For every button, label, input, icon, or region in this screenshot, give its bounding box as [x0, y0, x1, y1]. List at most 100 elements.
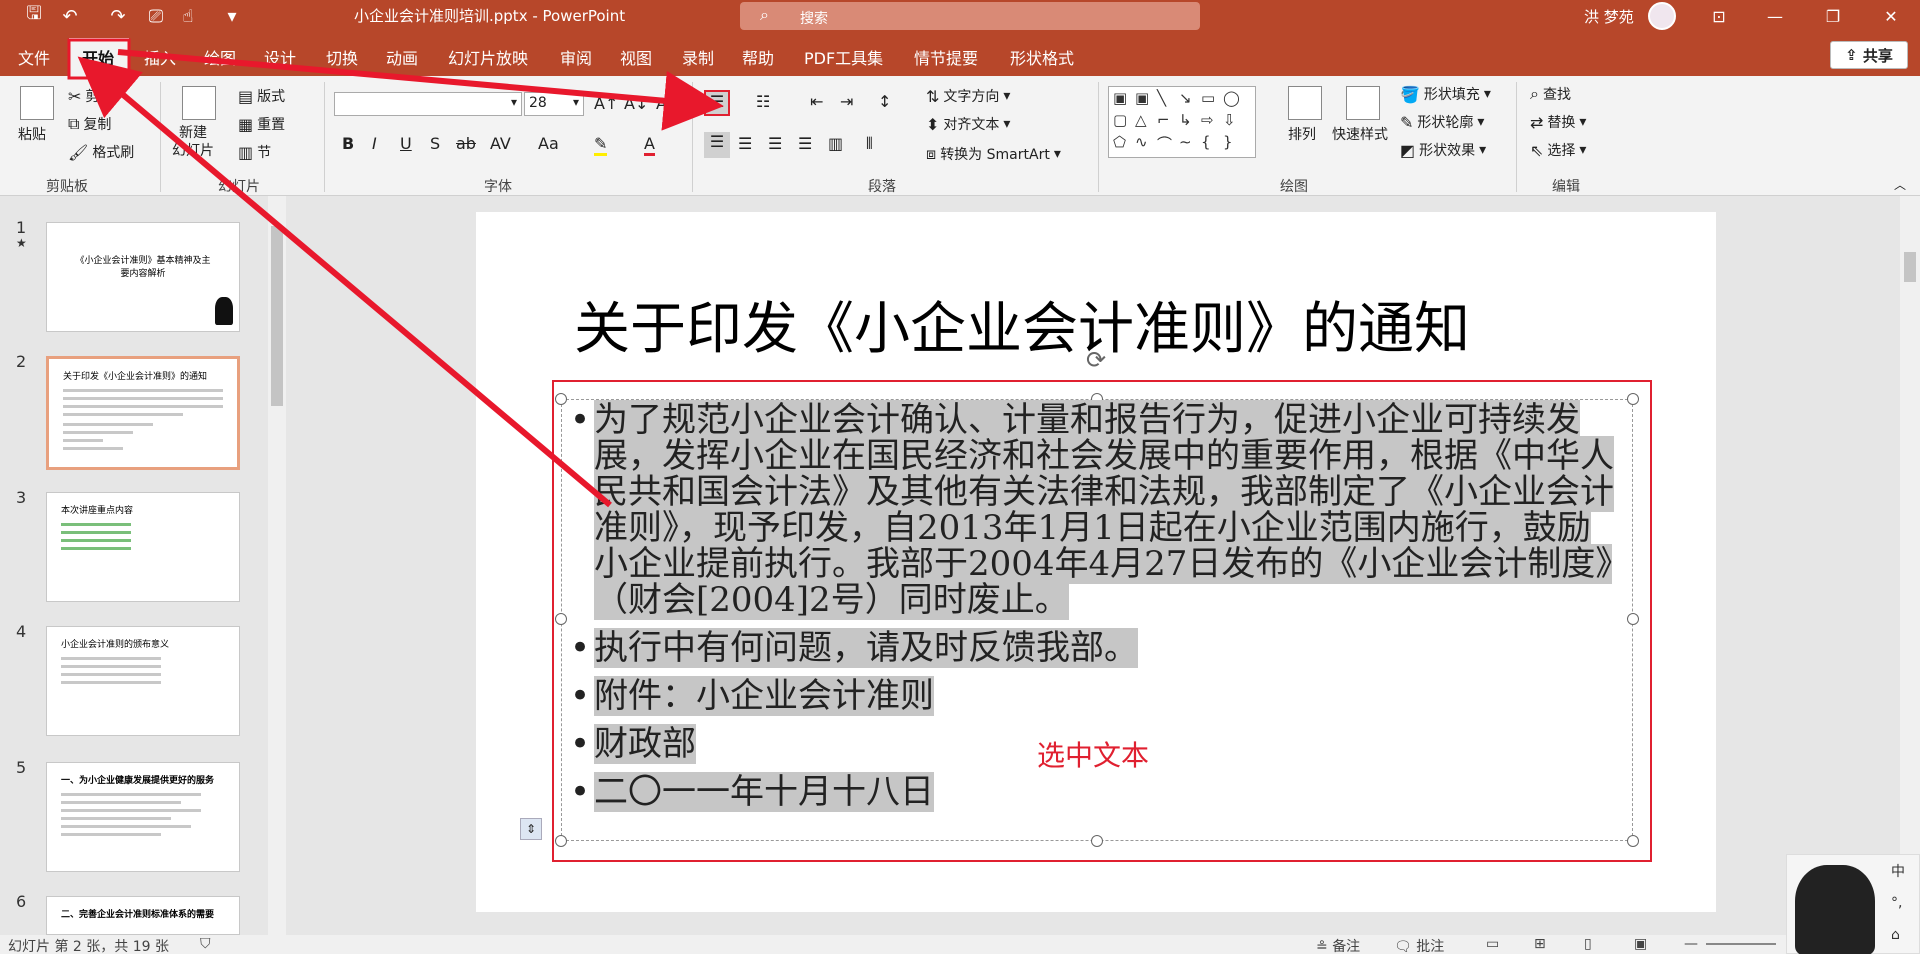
zoom-slider[interactable]	[1706, 943, 1776, 945]
freeform-icon[interactable]: ⬠	[1113, 133, 1126, 151]
format-painter-button[interactable]: 🖌 格式刷	[68, 142, 134, 162]
slide-title[interactable]: 关于印发《小企业会计准则》的通知	[574, 284, 1470, 365]
paste-icon[interactable]	[20, 86, 54, 120]
align-left-icon[interactable]: ☰	[704, 132, 730, 158]
shapes-gallery[interactable]: ▣ ▣ ╲ ↘ ▭ ◯ ▢ △ ⌐ ↳ ⇨ ⇩ ⬠ ∿ ⌒ ∼ { }	[1108, 86, 1256, 158]
decrease-font-icon[interactable]: A↓	[624, 94, 648, 113]
elbow-arrow-icon[interactable]: ↳	[1179, 111, 1192, 129]
cut-button[interactable]: ✂ 剪切	[68, 86, 113, 106]
shape-fill-button[interactable]: 🪣 形状填充 ▾	[1400, 84, 1491, 104]
autofit-options-icon[interactable]: ⇕	[520, 818, 542, 840]
resize-handle[interactable]	[1627, 613, 1639, 625]
list-item[interactable]: 执行中有何问题，请及时反馈我部。	[570, 628, 1620, 668]
slide-scrollbar[interactable]	[1900, 196, 1920, 935]
zoom-out-icon[interactable]: —	[1684, 936, 1698, 952]
resize-handle[interactable]	[1627, 835, 1639, 847]
scrollbar-thumb[interactable]	[1904, 252, 1916, 282]
undo-icon[interactable]: ↶	[54, 0, 86, 32]
close-icon[interactable]: ✕	[1868, 0, 1914, 32]
tab-insert[interactable]: 插入	[144, 45, 176, 69]
change-case-icon[interactable]: Aa	[538, 134, 559, 153]
selected-text[interactable]: 执行中有何问题，请及时反馈我部。	[594, 628, 1138, 668]
shadow-icon[interactable]: S	[430, 134, 440, 153]
avatar[interactable]	[1648, 2, 1676, 30]
resize-handle[interactable]	[555, 613, 567, 625]
ime-shirt-icon[interactable]: ⌂	[1891, 927, 1900, 943]
italic-icon[interactable]: I	[372, 134, 377, 153]
align-center-icon[interactable]: ☰	[738, 134, 752, 153]
elbow-connector-icon[interactable]: ⌐	[1157, 111, 1170, 129]
collapse-ribbon-icon[interactable]: ︿	[1894, 176, 1906, 193]
new-slide-button[interactable]: 新建 幻灯片	[172, 124, 214, 160]
thumbnail-slide-4[interactable]: 小企业会计准则的颁布意义	[46, 626, 240, 736]
numbering-icon[interactable]: ☷	[756, 92, 770, 111]
columns-icon[interactable]: ⫴	[866, 134, 873, 154]
replace-button[interactable]: ⇄ 替换 ▾	[1530, 112, 1586, 132]
font-name-combo[interactable]: ▾	[334, 92, 522, 116]
oval-icon[interactable]: ◯	[1223, 89, 1240, 107]
copy-button[interactable]: ⧉ 复制	[68, 114, 111, 134]
thumbnail-slide-2[interactable]: 关于印发《小企业会计准则》的通知	[46, 356, 240, 470]
sorter-view-icon[interactable]: ⊞	[1534, 936, 1546, 952]
selected-text[interactable]: 为了规范小企业会计确认、计量和报告行为，促进小企业可持续发展，发挥小企业在国民经…	[594, 400, 1614, 620]
present-icon[interactable]: ⎚	[140, 0, 172, 32]
tab-transitions[interactable]: 切换	[326, 45, 358, 69]
convert-smartart-button[interactable]: ⧈ 转换为 SmartArt ▾	[926, 144, 1061, 164]
save-icon[interactable]: 🖫	[18, 0, 50, 32]
tab-shape-format[interactable]: 形状格式	[1010, 45, 1074, 69]
list-item[interactable]: 为了规范小企业会计确认、计量和报告行为，促进小企业可持续发展，发挥小企业在国民经…	[570, 400, 1620, 620]
search-box[interactable]: ⌕ 搜索	[740, 2, 1200, 30]
comments-button[interactable]: 🗨 批注	[1394, 936, 1444, 954]
new-slide-icon[interactable]	[182, 86, 216, 120]
align-text-button[interactable]: ⬍ 对齐文本 ▾	[926, 114, 1010, 134]
down-arrow-icon[interactable]: ⇩	[1223, 111, 1236, 129]
tab-home[interactable]: 开始	[82, 45, 114, 69]
select-button[interactable]: ⇖ 选择 ▾	[1530, 140, 1586, 160]
minimize-icon[interactable]: —	[1752, 0, 1798, 32]
share-button[interactable]: ⇪ 共享	[1830, 41, 1908, 69]
shape-outline-button[interactable]: ✎ 形状轮廓 ▾	[1400, 112, 1484, 132]
resize-handle[interactable]	[555, 393, 567, 405]
layout-button[interactable]: ▤ 版式	[238, 86, 285, 106]
tab-file[interactable]: 文件	[18, 45, 50, 69]
tab-help[interactable]: 帮助	[742, 45, 774, 69]
notes-button[interactable]: ≗ 备注	[1316, 936, 1360, 954]
line-spacing-icon[interactable]: ↕	[878, 92, 891, 111]
underline-icon[interactable]: U	[400, 134, 412, 153]
right-brace-icon[interactable]: }	[1223, 133, 1233, 151]
list-item[interactable]: 附件：小企业会计准则	[570, 676, 1620, 716]
bold-icon[interactable]: B	[342, 134, 354, 153]
distributed-icon[interactable]: ▥	[828, 134, 843, 153]
tab-slideshow[interactable]: 幻灯片放映	[448, 45, 528, 69]
char-spacing-icon[interactable]: AV	[490, 134, 511, 153]
align-right-icon[interactable]: ☰	[768, 134, 782, 153]
line-icon[interactable]: ╲	[1157, 89, 1166, 107]
font-color-icon[interactable]: A	[644, 134, 655, 156]
vertical-textbox-icon[interactable]: ▣	[1135, 89, 1149, 107]
arrow-line-icon[interactable]: ↘	[1179, 89, 1192, 107]
slideshow-view-icon[interactable]: ▣	[1634, 936, 1647, 952]
ime-chinese-icon[interactable]: 中	[1891, 861, 1905, 881]
increase-indent-icon[interactable]: ⇥	[840, 92, 853, 111]
touch-mode-icon[interactable]: ☝	[172, 0, 204, 32]
tab-storyboard[interactable]: 情节提要	[914, 45, 978, 69]
tab-design[interactable]: 设计	[264, 45, 296, 69]
user-name[interactable]: 洪 梦苑	[1584, 6, 1634, 27]
redo-icon[interactable]: ↷	[102, 0, 134, 32]
increase-font-icon[interactable]: A↑	[594, 94, 618, 113]
scribble-icon[interactable]: ∿	[1135, 133, 1148, 151]
customize-qat-icon[interactable]: ▾	[216, 0, 248, 32]
clear-format-icon[interactable]: A⌫	[656, 94, 690, 113]
find-button[interactable]: ⌕ 查找	[1530, 84, 1571, 104]
arrange-button[interactable]: 排列	[1288, 124, 1316, 144]
ime-punct-icon[interactable]: °,	[1891, 895, 1902, 911]
scrollbar-thumb[interactable]	[271, 226, 283, 406]
selected-text[interactable]: 财政部	[594, 724, 696, 764]
justify-icon[interactable]: ☰	[798, 134, 812, 153]
tab-review[interactable]: 审阅	[560, 45, 592, 69]
tab-draw[interactable]: 绘图	[204, 45, 236, 69]
resize-handle[interactable]	[555, 835, 567, 847]
paste-button[interactable]: 粘贴	[18, 124, 46, 144]
font-size-combo[interactable]: 28 ▾	[524, 92, 584, 116]
shape-effects-button[interactable]: ◩ 形状效果 ▾	[1400, 140, 1486, 160]
